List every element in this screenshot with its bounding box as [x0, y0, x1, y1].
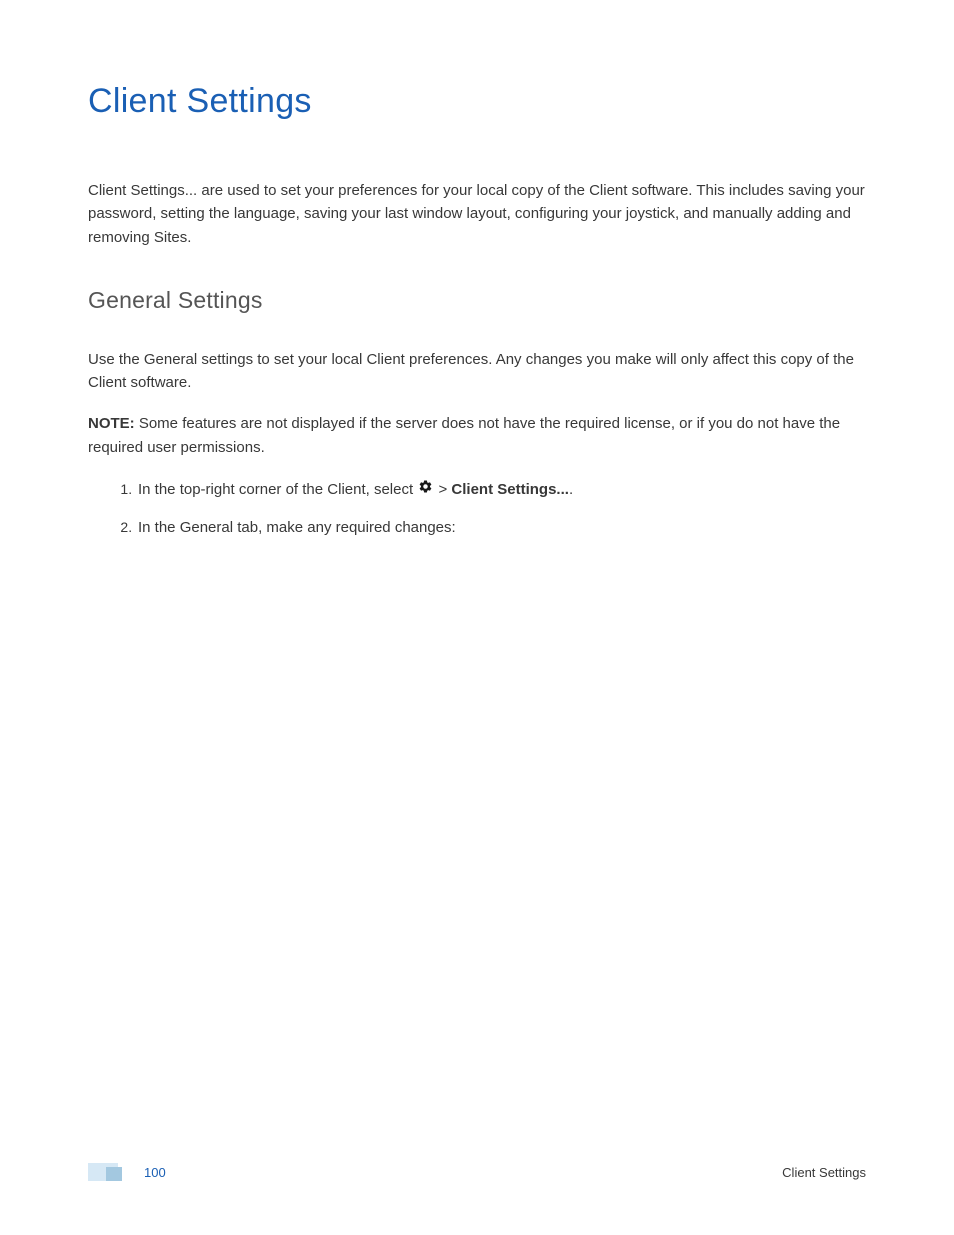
intro-paragraph: Client Settings... are used to set your … — [88, 179, 866, 249]
step-1-prefix: In the top-right corner of the Client, s… — [138, 481, 417, 498]
note-text: Some features are not displayed if the s… — [88, 415, 840, 455]
footer-section-name: Client Settings — [782, 1165, 866, 1180]
section-intro: Use the General settings to set your loc… — [88, 348, 866, 395]
step-2: In the General tab, make any required ch… — [136, 517, 866, 540]
page-title: Client Settings — [88, 82, 866, 121]
step-1: In the top-right corner of the Client, s… — [136, 479, 866, 502]
page-number: 100 — [144, 1165, 166, 1180]
step-1-bold: Client Settings... — [451, 481, 569, 498]
footer-left: 100 — [88, 1161, 166, 1183]
footer-decoration-icon — [88, 1161, 134, 1183]
steps-list: In the top-right corner of the Client, s… — [88, 479, 866, 540]
step-1-suffix: . — [569, 481, 573, 498]
gear-icon — [418, 479, 433, 502]
page-content: Client Settings Client Settings... are u… — [0, 0, 954, 540]
note-label: NOTE: — [88, 415, 135, 432]
note-paragraph: NOTE: Some features are not displayed if… — [88, 412, 866, 459]
page-footer: 100 Client Settings — [0, 1161, 954, 1183]
section-heading: General Settings — [88, 287, 866, 314]
step-1-gt: > — [434, 481, 451, 498]
